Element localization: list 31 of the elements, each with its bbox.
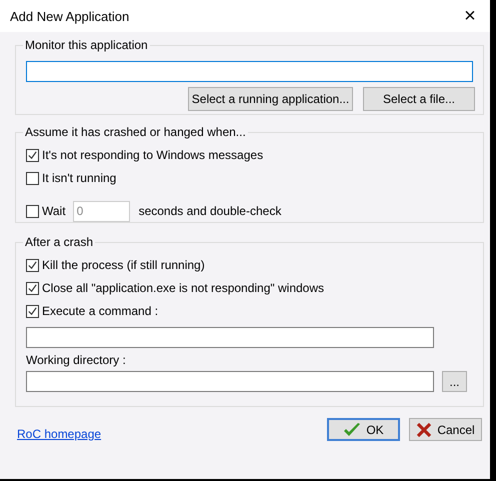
directory-field[interactable] [26,371,434,392]
checkbox-label: It isn't running [42,171,116,185]
group-title: After a crash [24,235,94,249]
checkbox[interactable] [26,148,39,162]
cross-icon [416,422,432,438]
application-field[interactable] [26,61,473,82]
checkbox[interactable] [26,204,39,218]
select-button[interactable]: Select a file... [363,87,475,111]
window-title: Add New Application [10,8,130,24]
homepage-link[interactable]: RoC homepage [17,426,102,440]
checkbox-label: Execute a command : [42,304,158,318]
command-field[interactable] [26,327,434,348]
checkbox[interactable] [26,258,39,272]
browse-button[interactable]: ... [442,371,467,392]
select-button[interactable]: Select a running application... [188,87,353,111]
seconds-label: seconds and double-check [138,204,282,218]
seconds-field[interactable]: 0 [72,200,130,222]
group-title: Monitor this application [24,38,149,52]
ok-button[interactable]: OK [327,418,400,441]
cancel-button[interactable]: Cancel [409,418,482,441]
checkbox[interactable] [26,172,39,184]
group-title: Assume it has crashed or hanged when... [24,125,247,139]
close-button[interactable]: × [450,0,490,32]
checkbox-label: It's not responding to Windows messages [42,148,264,162]
checkbox-label: Close all "application.exe is not responding" windows [42,281,324,295]
checkbox-label: Wait [42,204,66,218]
field-label: Working directory : [26,353,126,367]
checkbox-label: Kill the process (if still running) [42,258,205,272]
checkmark-icon [343,422,362,438]
checkbox[interactable] [26,282,39,294]
checkbox[interactable] [26,304,39,318]
